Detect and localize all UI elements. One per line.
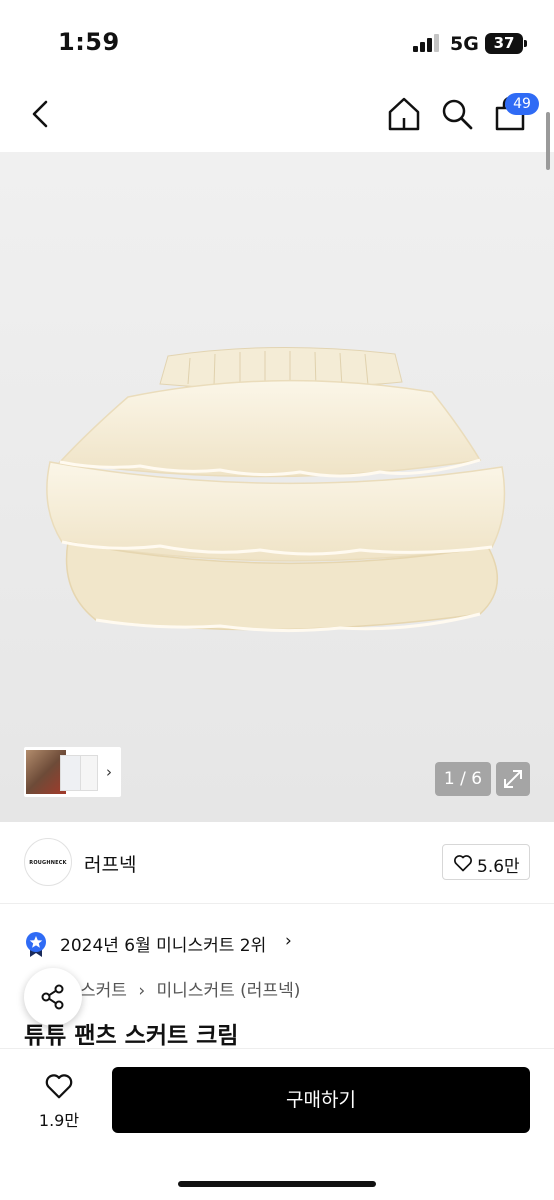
- heart-icon: [45, 1074, 73, 1099]
- wishlist-button[interactable]: 1.9만: [26, 1071, 92, 1133]
- thumbnail-strip[interactable]: ›: [24, 747, 121, 797]
- nav-bar: [0, 80, 554, 150]
- status-time: 1:59: [58, 28, 120, 56]
- breadcrumb-item[interactable]: 미니스커트 (러프넥): [157, 981, 301, 1001]
- expand-icon: [504, 770, 522, 788]
- wishlist-count: 1.9만: [38, 1111, 80, 1130]
- product-image-gallery[interactable]: › 1 / 6: [0, 152, 554, 822]
- image-page-counter: 1 / 6: [435, 762, 491, 796]
- brand-row: ROUGHNECK 러프넥 5.6만: [0, 822, 554, 904]
- breadcrumb-item[interactable]: 스커트: [80, 981, 127, 1001]
- ranking-link[interactable]: 2024년 6월 미니스커트 2위 ›: [24, 928, 324, 958]
- share-icon: [41, 984, 64, 1010]
- brand-like-count: 5.6만: [477, 857, 520, 877]
- search-button[interactable]: [437, 94, 477, 134]
- back-button[interactable]: [26, 94, 58, 134]
- ranking-text: 2024년 6월 미니스커트 2위: [60, 936, 267, 956]
- home-button[interactable]: [384, 94, 424, 134]
- home-indicator[interactable]: [178, 1181, 376, 1187]
- heart-icon: [454, 855, 472, 872]
- chevron-right-icon: ›: [285, 931, 292, 951]
- scrollbar[interactable]: [546, 112, 550, 170]
- thumbnail-image[interactable]: [80, 755, 98, 791]
- network-label: 5G: [450, 33, 479, 55]
- battery-icon: 37: [485, 33, 527, 54]
- cart-count-badge: 49: [505, 93, 539, 115]
- brand-name[interactable]: 러프넥: [84, 850, 136, 877]
- expand-button[interactable]: [496, 762, 530, 796]
- buy-button[interactable]: 구매하기: [112, 1067, 530, 1133]
- brand-like-button[interactable]: 5.6만: [442, 844, 530, 880]
- chevron-left-icon: [32, 100, 48, 128]
- search-icon: [442, 99, 473, 130]
- product-image: [46, 346, 506, 633]
- bottom-action-bar: 1.9만 구매하기: [0, 1048, 554, 1200]
- breadcrumb-separator: ›: [138, 981, 146, 1001]
- chevron-right-icon[interactable]: ›: [106, 763, 112, 781]
- home-icon: [388, 97, 420, 131]
- product-title: 튜튜 팬츠 스커트 크림: [24, 1023, 239, 1049]
- status-bar: 1:59 5G 37: [0, 0, 554, 80]
- ranking-badge-icon: [26, 932, 46, 957]
- signal-icon: [413, 34, 439, 52]
- brand-logo[interactable]: ROUGHNECK: [24, 838, 72, 886]
